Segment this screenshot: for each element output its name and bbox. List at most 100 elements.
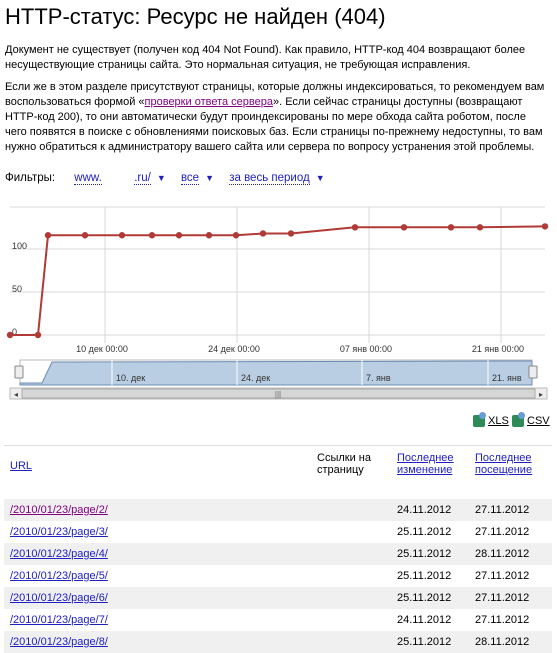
table-row: /2010/01/23/page/2/24.11.2012 27.11.2012 bbox=[4, 499, 552, 521]
navigator-tick-label: 21. янв bbox=[492, 373, 522, 383]
url-cell[interactable]: /2010/01/23/page/3/ bbox=[4, 521, 311, 543]
description-paragraph: Документ не существует (получен код 404 … bbox=[5, 44, 526, 71]
sort-by-visit[interactable]: Последнее посещение bbox=[475, 452, 532, 476]
x-tick-label: 07 янв 00:00 bbox=[340, 344, 392, 354]
links-cell bbox=[311, 565, 391, 587]
y-tick-label: 50 bbox=[12, 284, 22, 294]
links-cell bbox=[311, 543, 391, 565]
x-tick-label: 10 дек 00:00 bbox=[76, 344, 128, 354]
visit-cell: 27.11.2012 bbox=[475, 570, 530, 582]
data-point[interactable] bbox=[351, 224, 359, 231]
url-link[interactable]: /2010/01/23/page/5/ bbox=[10, 570, 108, 582]
chevron-down-icon[interactable]: ▼ bbox=[205, 173, 214, 183]
scroll-left-icon[interactable]: ◂ bbox=[14, 390, 18, 399]
site-filter-domain[interactable]: .ru/ bbox=[134, 172, 151, 185]
data-point[interactable] bbox=[205, 232, 213, 239]
visit-cell: 27.11.2012 bbox=[475, 614, 530, 626]
table-row: /2010/01/23/page/8/25.11.2012 28.11.2012 bbox=[4, 631, 552, 653]
data-point[interactable] bbox=[232, 232, 240, 239]
changed-cell: 25.11.2012 bbox=[391, 631, 469, 653]
data-point[interactable] bbox=[287, 230, 295, 237]
url-cell[interactable]: /2010/01/23/page/2/ bbox=[4, 499, 311, 521]
url-link[interactable]: /2010/01/23/page/8/ bbox=[10, 636, 108, 648]
url-cell[interactable]: /2010/01/23/page/4/ bbox=[4, 543, 311, 565]
sort-by-url[interactable]: URL bbox=[10, 460, 32, 472]
server-check-link[interactable]: проверки ответа сервера bbox=[145, 96, 273, 108]
links-cell bbox=[311, 587, 391, 609]
url-link[interactable]: /2010/01/23/page/6/ bbox=[10, 592, 108, 604]
scrollbar-grip-icon: ||| bbox=[275, 390, 281, 399]
export-csv[interactable]: CSV bbox=[512, 412, 550, 427]
urls-table: URL Ссылки на страницу Последнее изменен… bbox=[4, 445, 552, 653]
data-point[interactable] bbox=[118, 232, 126, 239]
links-cell bbox=[311, 609, 391, 631]
url-link[interactable]: /2010/01/23/page/3/ bbox=[10, 526, 108, 538]
y-tick-label: 100 bbox=[12, 241, 27, 251]
csv-export-icon bbox=[512, 412, 525, 427]
data-point[interactable] bbox=[81, 232, 89, 239]
data-point[interactable] bbox=[400, 224, 408, 231]
data-point[interactable] bbox=[447, 224, 455, 231]
data-point[interactable] bbox=[6, 331, 14, 339]
chevron-down-icon[interactable]: ▼ bbox=[316, 173, 325, 183]
links-cell bbox=[311, 521, 391, 543]
links-cell bbox=[311, 499, 391, 521]
table-row: /2010/01/23/page/3/25.11.2012 27.11.2012 bbox=[4, 521, 552, 543]
page-title: HTTP-статус: Ресурс не найден (404) bbox=[5, 4, 386, 29]
visit-cell: 28.11.2012 bbox=[469, 543, 552, 565]
visit-column-header[interactable]: Последнее посещение bbox=[469, 445, 552, 499]
table-header-row: URL Ссылки на страницу Последнее изменен… bbox=[4, 445, 552, 499]
url-cell[interactable]: /2010/01/23/page/8/ bbox=[4, 631, 311, 653]
url-link[interactable]: /2010/01/23/page/4/ bbox=[10, 548, 108, 560]
url-column-header[interactable]: URL bbox=[4, 445, 311, 499]
url-cell[interactable]: /2010/01/23/page/5/ bbox=[4, 565, 311, 587]
x-tick-label: 21 янв 00:00 bbox=[472, 344, 524, 354]
visit-cell: 27.11.2012 bbox=[469, 499, 552, 521]
scroll-right-icon[interactable]: ▸ bbox=[539, 390, 543, 399]
advice-paragraph: Если же в этом разделе присутствуют стра… bbox=[5, 80, 550, 155]
site-filter-www[interactable]: www. bbox=[74, 172, 102, 185]
table-row: /2010/01/23/page/7/24.11.2012 27.11.2012 bbox=[4, 609, 552, 631]
links-cell bbox=[311, 631, 391, 653]
table-row: /2010/01/23/page/5/25.11.2012 27.11.2012 bbox=[4, 565, 552, 587]
data-point[interactable] bbox=[44, 232, 52, 239]
table-row: /2010/01/23/page/4/25.11.2012 28.11.2012 bbox=[4, 543, 552, 565]
table-row: /2010/01/23/page/6/25.11.2012 27.11.2012 bbox=[4, 587, 552, 609]
x-tick-label: 24 дек 00:00 bbox=[208, 344, 260, 354]
visit-cell: 28.11.2012 bbox=[469, 631, 552, 653]
excel-export-icon bbox=[473, 412, 486, 427]
xls-link[interactable]: XLS bbox=[488, 415, 509, 427]
data-point[interactable] bbox=[259, 230, 267, 237]
chevron-down-icon[interactable]: ▼ bbox=[157, 173, 166, 183]
period-filter[interactable]: за весь период bbox=[229, 172, 310, 185]
visit-cell: 27.11.2012 bbox=[475, 526, 530, 538]
export-xls[interactable]: XLS bbox=[473, 412, 509, 427]
navigator-area bbox=[19, 360, 533, 386]
changed-column-header[interactable]: Последнее изменение bbox=[391, 445, 469, 499]
filters-label: Фильтры: bbox=[5, 172, 56, 184]
data-point[interactable] bbox=[175, 232, 183, 239]
navigator-right-handle[interactable] bbox=[528, 365, 538, 379]
data-point[interactable] bbox=[476, 224, 484, 231]
url-cell[interactable]: /2010/01/23/page/7/ bbox=[4, 609, 311, 631]
status-chart[interactable]: 10050010 дек 00:00 24 дек 00:00 07 янв 00:… bbox=[0, 195, 557, 405]
navigator-tick-label: 10. дек bbox=[116, 373, 145, 383]
scope-filter[interactable]: все bbox=[180, 172, 200, 185]
links-column-header: Ссылки на страницу bbox=[311, 445, 391, 499]
url-link[interactable]: /2010/01/23/page/7/ bbox=[10, 614, 108, 626]
chart-container: 100 50 0 10 дек 00:00 24 дек 00:00 07 янв 00:… bbox=[0, 195, 557, 410]
changed-cell: 24.11.2012 bbox=[397, 614, 452, 626]
navigator-tick-label: 7. янв bbox=[366, 373, 391, 383]
url-link[interactable]: /2010/01/23/page/2/ bbox=[10, 504, 108, 516]
data-point[interactable] bbox=[541, 223, 549, 230]
csv-link[interactable]: CSV bbox=[527, 415, 550, 427]
data-point[interactable] bbox=[148, 232, 156, 239]
changed-cell: 25.11.2012 bbox=[391, 587, 469, 609]
url-cell[interactable]: /2010/01/23/page/6/ bbox=[4, 587, 311, 609]
navigator-left-handle[interactable] bbox=[14, 365, 24, 379]
sort-by-changed[interactable]: Последнее изменение bbox=[397, 452, 454, 476]
filters-bar: Фильтры: www. .ru/ ▼ все ▼ за весь период ▼ bbox=[5, 172, 337, 185]
changed-cell: 25.11.2012 bbox=[397, 526, 452, 538]
data-point[interactable] bbox=[34, 331, 42, 339]
changed-cell: 25.11.2012 bbox=[397, 570, 452, 582]
